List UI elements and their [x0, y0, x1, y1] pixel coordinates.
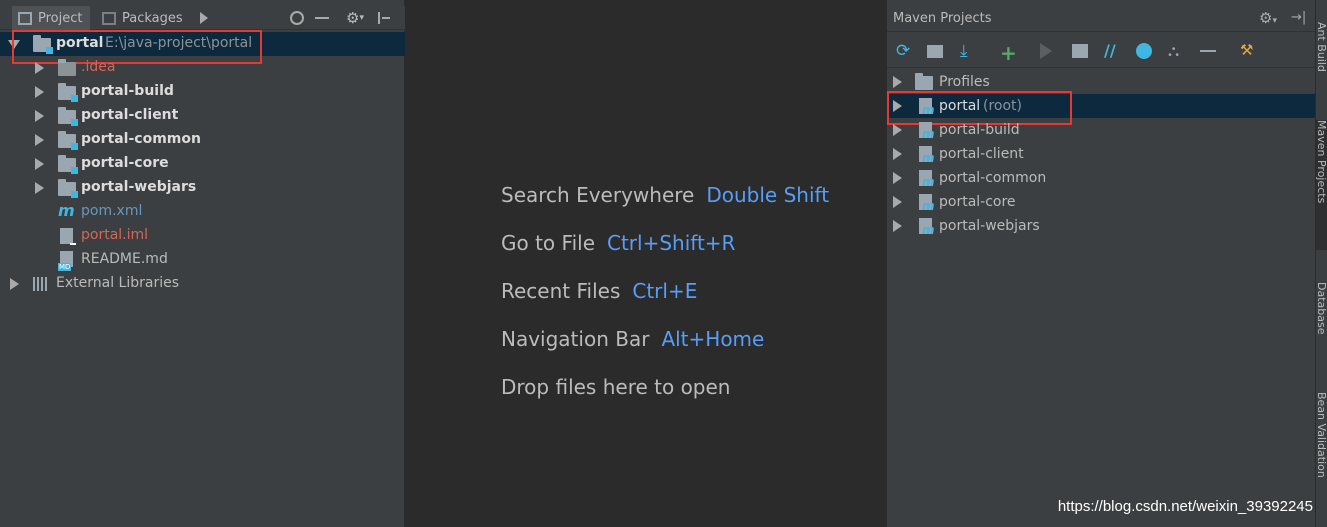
module-folder-icon: [58, 179, 78, 198]
maven-settings-gear-icon[interactable]: ⚙▾: [1259, 9, 1277, 27]
expand-arrow-icon[interactable]: [893, 76, 902, 88]
packages-icon: [102, 11, 116, 25]
maven-item-label: portal-client: [939, 146, 1024, 162]
right-tool-strip: Ant Build Maven Projects Database Bean V…: [1315, 0, 1327, 527]
maven-item-label: portal-core: [939, 194, 1016, 210]
expand-arrow-icon[interactable]: [35, 158, 44, 170]
maven-item-label: Profiles: [939, 74, 990, 90]
tab-project[interactable]: Project: [12, 6, 90, 30]
maven-module-icon: m: [919, 122, 935, 141]
skip-tests-icon[interactable]: [1136, 41, 1156, 61]
maven-module-icon: m: [919, 170, 935, 189]
expand-arrow-icon[interactable]: [35, 134, 44, 146]
maven-module-icon: m: [919, 218, 935, 237]
dependencies-diagram-icon[interactable]: ⛬: [1168, 41, 1188, 61]
expand-arrow-icon[interactable]: [35, 62, 44, 74]
tree-item-pom-xml[interactable]: m pom.xml: [0, 200, 405, 224]
expand-arrow-icon[interactable]: [893, 148, 902, 160]
settings-gear-icon[interactable]: ⚙ ▾: [346, 6, 372, 30]
toggle-offline-icon[interactable]: //: [1104, 41, 1124, 61]
expand-arrow-icon[interactable]: [35, 182, 44, 194]
collapse-all-icon[interactable]: [1200, 41, 1220, 61]
add-maven-project-icon[interactable]: +: [1000, 41, 1020, 65]
project-tool-window: Project Packages ⚙ ▾ portal E:\java-proje…: [0, 0, 405, 527]
hint-search-everywhere: Search Everywhere Double Shift: [501, 183, 830, 207]
module-folder-icon: [58, 131, 78, 150]
tree-item-label: pom.xml: [81, 203, 143, 219]
tree-item-portal-common[interactable]: portal-common: [0, 128, 405, 152]
maven-item-portal-core[interactable]: m portal-core: [887, 190, 1316, 214]
maven-item-label: portal-common: [939, 170, 1047, 186]
maven-tool-window: Maven Projects ⚙▾ →| ⟳ ⤓ + // ⛬ ⚒ Profil…: [886, 0, 1316, 527]
tree-item-portal-build[interactable]: portal-build: [0, 80, 405, 104]
maven-module-icon: m: [919, 146, 935, 165]
tree-item-label: External Libraries: [56, 275, 179, 291]
tab-packages[interactable]: Packages: [96, 6, 188, 30]
maven-panel-title: Maven Projects: [887, 6, 1316, 32]
side-tab-ant-build[interactable]: Ant Build: [1316, 22, 1327, 102]
maven-item-label: portal-build: [939, 122, 1020, 138]
download-icon[interactable]: ⤓: [960, 41, 980, 61]
folder-icon: [58, 59, 76, 76]
expand-arrow-icon[interactable]: [10, 278, 19, 290]
editor-empty-area[interactable]: Search Everywhere Double Shift Go to File…: [405, 0, 886, 527]
tree-item-label: README.md: [81, 251, 168, 267]
tree-item-label: portal-common: [81, 131, 201, 147]
maven-toolbar: ⟳ ⤓ + // ⛬ ⚒: [887, 34, 1316, 68]
libraries-icon: [33, 277, 49, 291]
tree-item-portal-iml[interactable]: portal.iml: [0, 224, 405, 248]
maven-item-portal-build[interactable]: m portal-build: [887, 118, 1316, 142]
tree-item-portal-client[interactable]: portal-client: [0, 104, 405, 128]
expand-arrow-icon[interactable]: [893, 220, 902, 232]
project-tabs-bar: Project Packages ⚙ ▾: [0, 6, 405, 30]
execute-goal-icon[interactable]: [1072, 41, 1092, 61]
tree-item-label: portal-client: [81, 107, 179, 123]
hint-go-to-file: Go to File Ctrl+Shift+R: [501, 231, 736, 255]
tree-item-portal-core[interactable]: portal-core: [0, 152, 405, 176]
side-tab-bean-validation[interactable]: Bean Validation: [1316, 392, 1327, 512]
tree-item-idea[interactable]: .idea: [0, 56, 405, 80]
tree-item-label: .idea: [81, 59, 116, 75]
reimport-icon[interactable]: ⟳: [896, 41, 916, 61]
collapse-all-icon[interactable]: [314, 6, 332, 30]
tree-item-portal-webjars[interactable]: portal-webjars: [0, 176, 405, 200]
expand-arrow-icon[interactable]: [893, 196, 902, 208]
maven-item-label: portal-webjars: [939, 218, 1040, 234]
side-tab-maven-projects[interactable]: Maven Projects: [1316, 120, 1327, 250]
hide-panel-icon[interactable]: →|: [1291, 10, 1306, 25]
tree-item-external-libraries[interactable]: External Libraries: [0, 272, 405, 296]
tree-item-label: portal-build: [81, 83, 174, 99]
tree-item-readme[interactable]: MD README.md: [0, 248, 405, 272]
tree-item-label: portal-core: [81, 155, 169, 171]
maven-item-portal-webjars[interactable]: m portal-webjars: [887, 214, 1316, 238]
profiles-folder-icon: [915, 73, 933, 90]
maven-item-portal-common[interactable]: m portal-common: [887, 166, 1316, 190]
tree-item-label: portal.iml: [81, 227, 149, 243]
markdown-file-icon: MD: [58, 251, 73, 271]
hide-panel-icon[interactable]: [378, 6, 398, 30]
project-icon: [18, 11, 32, 25]
expand-arrow-icon[interactable]: [893, 124, 902, 136]
expand-arrow-icon[interactable]: [35, 86, 44, 98]
side-tab-database[interactable]: Database: [1316, 282, 1327, 362]
hint-navigation-bar: Navigation Bar Alt+Home: [501, 327, 765, 351]
module-folder-icon: [58, 83, 78, 102]
expand-arrow-icon[interactable]: [893, 172, 902, 184]
maven-item-portal-client[interactable]: m portal-client: [887, 142, 1316, 166]
run-icon[interactable]: [1040, 41, 1060, 61]
module-folder-icon: [58, 107, 78, 126]
maven-m-icon: m: [58, 201, 75, 220]
maven-settings-icon[interactable]: ⚒: [1240, 41, 1260, 61]
generate-sources-icon[interactable]: [927, 41, 947, 61]
iml-file-icon: [60, 228, 76, 245]
hint-recent-files: Recent Files Ctrl+E: [501, 279, 698, 303]
tree-item-label: portal-webjars: [81, 179, 197, 195]
module-folder-icon: [58, 155, 78, 174]
expand-arrow-icon[interactable]: [35, 110, 44, 122]
maven-module-icon: m: [919, 194, 935, 213]
watermark-text: https://blog.csdn.net/weixin_39392245: [1057, 498, 1313, 515]
locate-icon[interactable]: [288, 6, 306, 30]
more-tabs-icon[interactable]: [196, 6, 214, 30]
hint-drop-files: Drop files here to open: [501, 375, 731, 399]
